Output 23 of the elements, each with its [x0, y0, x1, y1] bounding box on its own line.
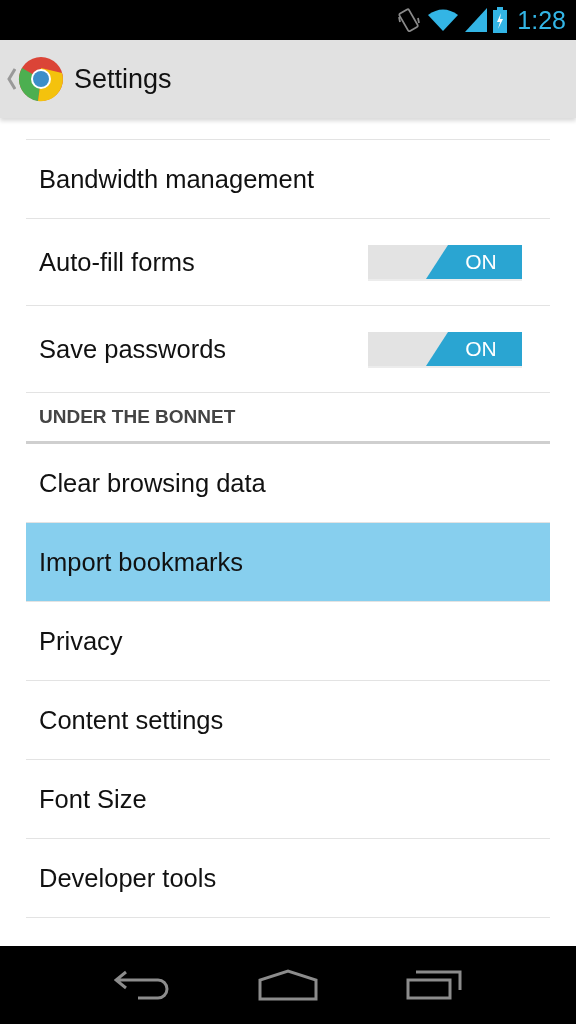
vibrate-icon [397, 7, 422, 33]
home-icon[interactable] [258, 969, 318, 1001]
back-icon[interactable] [114, 970, 170, 1000]
up-button[interactable] [6, 56, 64, 102]
settings-item[interactable]: Content settings [26, 681, 550, 760]
settings-item[interactable]: Bandwidth management [26, 139, 550, 219]
recent-apps-icon[interactable] [406, 970, 462, 1000]
screen-title: Settings [74, 63, 172, 95]
clock-time: 1:28 [517, 5, 566, 35]
battery-icon [493, 7, 508, 33]
section-header: UNDER THE BONNET [39, 406, 236, 428]
signal-icon [465, 8, 488, 32]
setting-label: Auto-fill forms [39, 247, 195, 277]
setting-label: Save passwords [39, 334, 227, 364]
wifi-icon [427, 8, 460, 32]
switch-thumb: ON [426, 245, 522, 279]
settings-item[interactable]: Privacy [26, 602, 550, 681]
switch-thumb: ON [426, 332, 522, 366]
caret-icon [6, 68, 16, 90]
settings-item[interactable]: Developer tools [26, 839, 550, 918]
app-logo-icon [18, 56, 64, 102]
settings-item[interactable]: Font Size [26, 760, 550, 839]
settings-item[interactable]: Import bookmarks [26, 523, 550, 602]
